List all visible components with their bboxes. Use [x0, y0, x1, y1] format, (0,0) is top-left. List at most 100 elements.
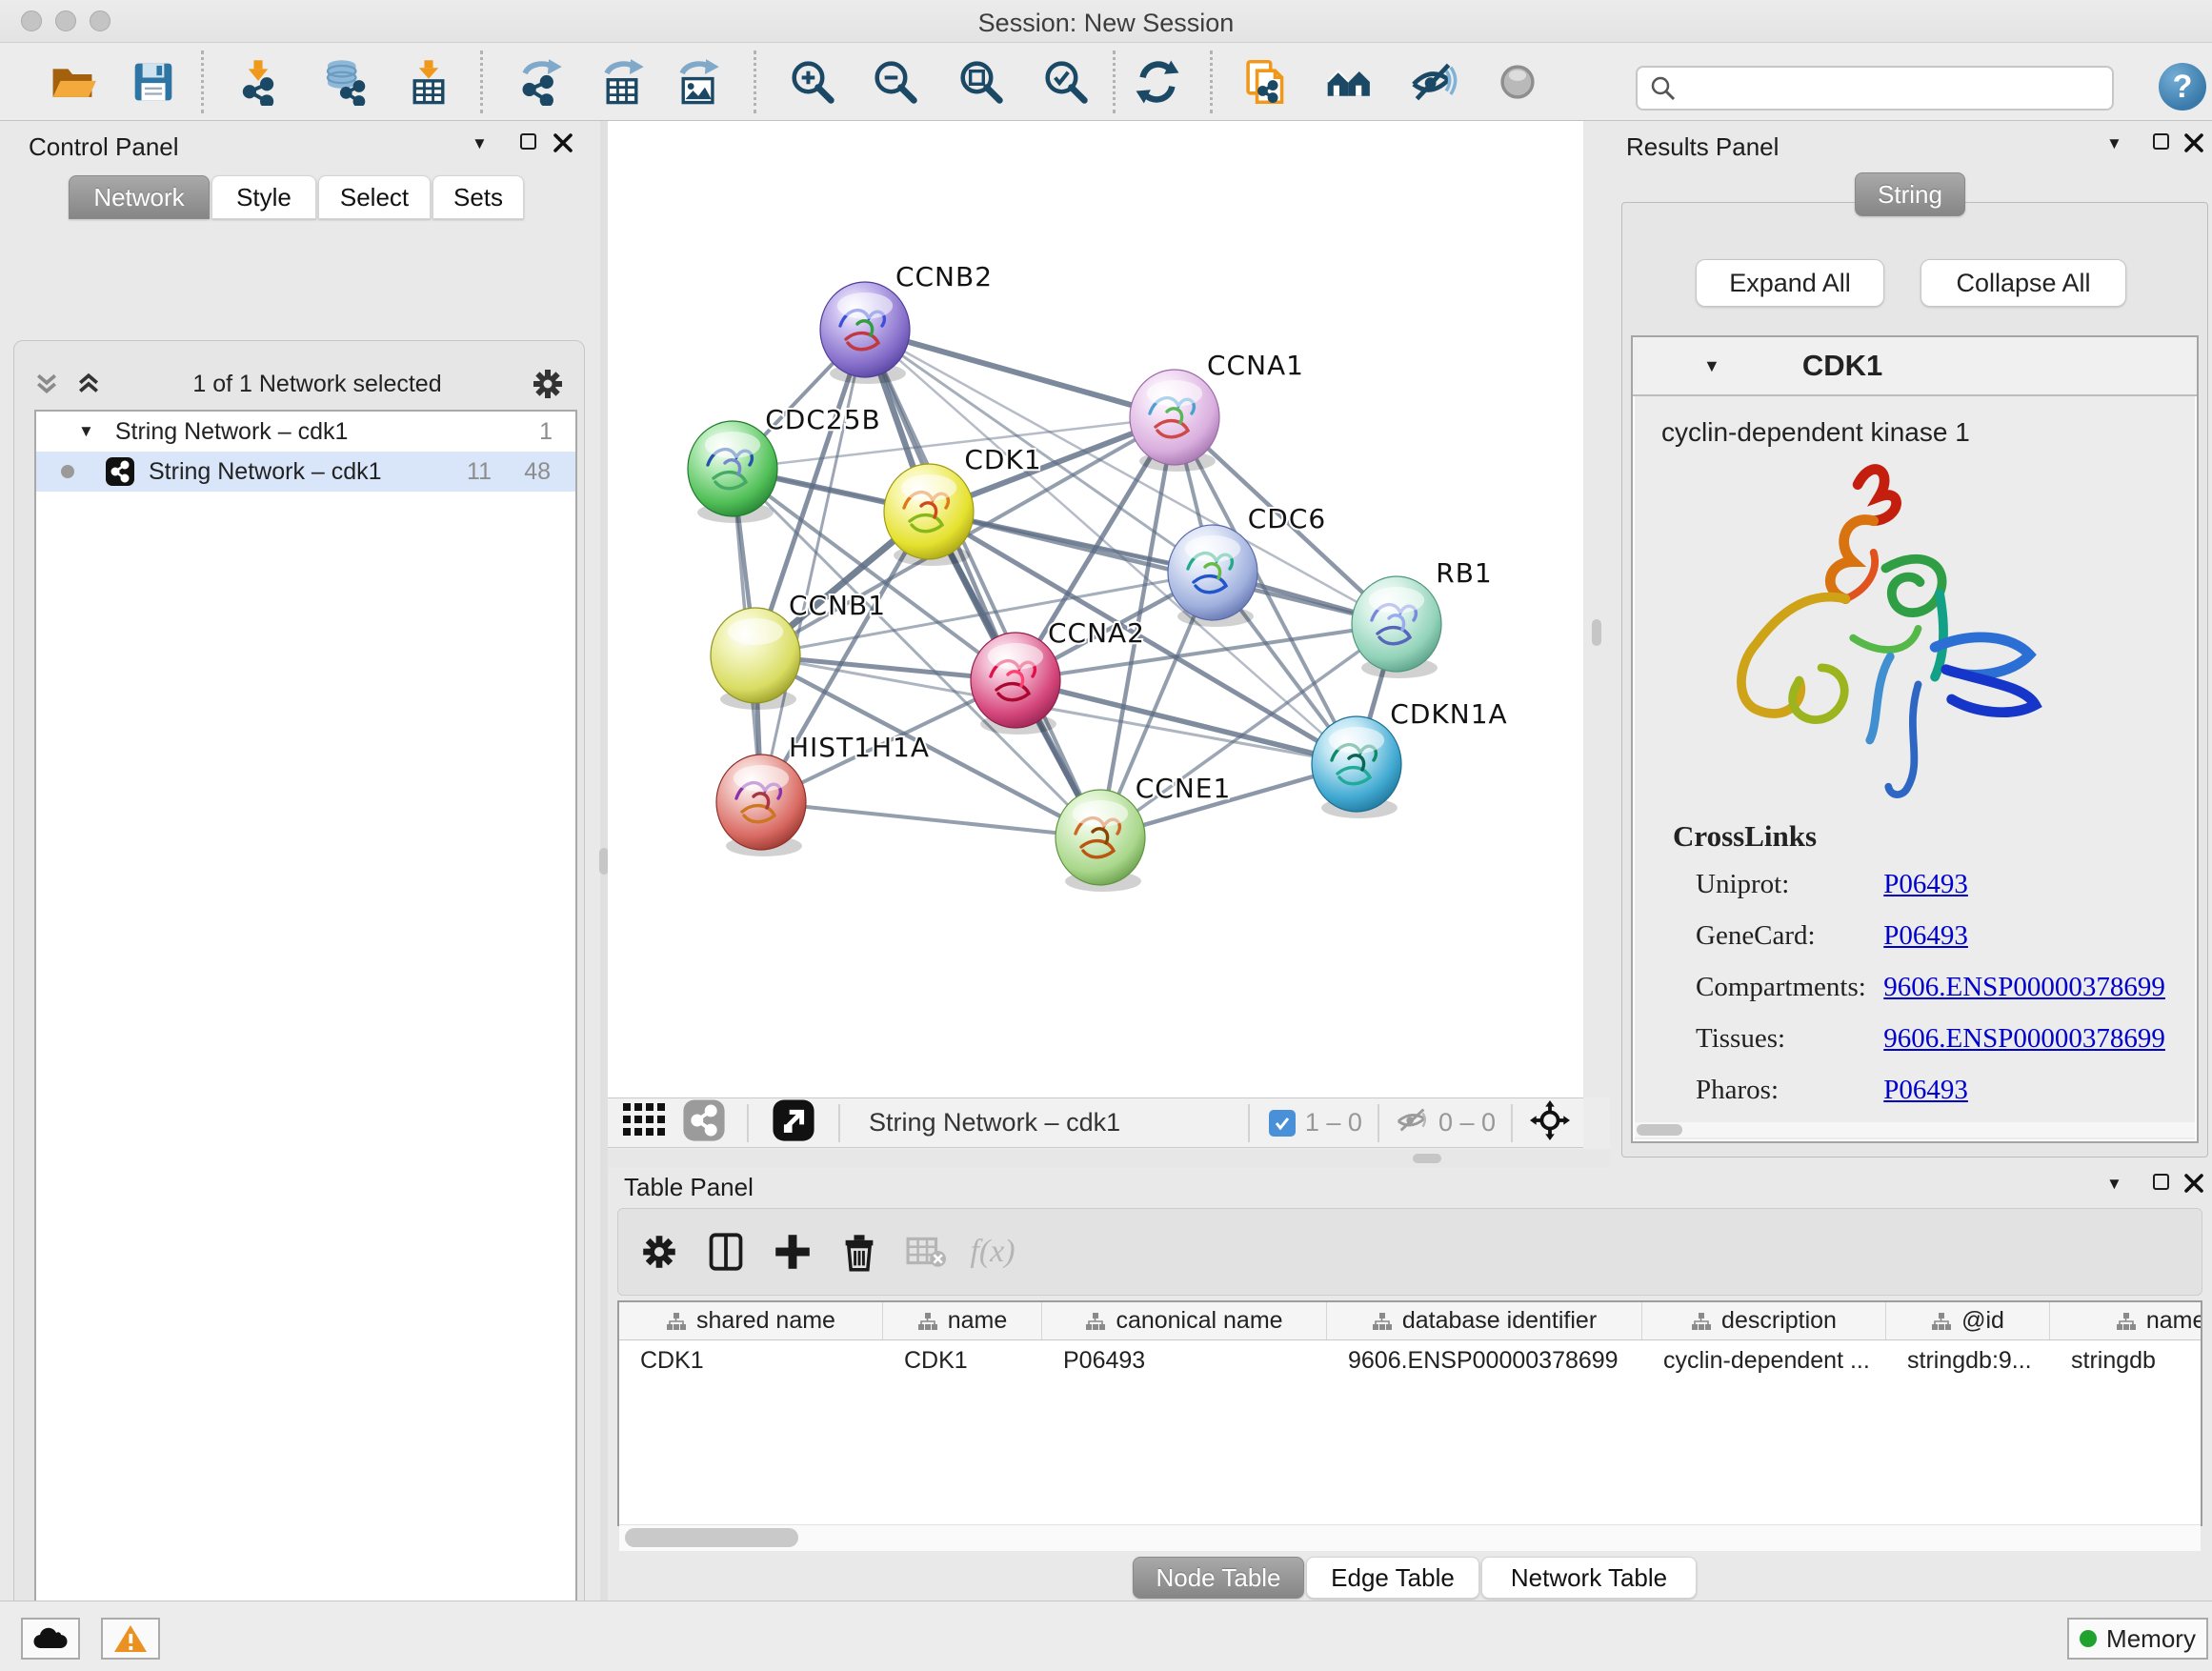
panel-menu-icon[interactable]: ▼	[2106, 1175, 2122, 1194]
save-session-icon[interactable]	[128, 56, 179, 108]
panel-close-icon[interactable]	[2183, 1173, 2204, 1194]
table-cell[interactable]: 9606.ENSP00000378699	[1327, 1340, 1642, 1380]
table-cell[interactable]: P06493	[1042, 1340, 1327, 1380]
panel-float-icon[interactable]	[2153, 1174, 2169, 1190]
column-header-canonicalname[interactable]: canonical name	[1042, 1302, 1327, 1339]
hidden-eye-slash-icon[interactable]	[1395, 1104, 1431, 1141]
expand-all-networks-icon[interactable]	[32, 370, 61, 398]
column-header-description[interactable]: description	[1642, 1302, 1886, 1339]
search-input[interactable]	[1678, 75, 2087, 102]
tab-string[interactable]: String	[1855, 172, 1965, 216]
toolbar-separator	[838, 1104, 840, 1142]
apply-layout-icon[interactable]	[1132, 56, 1183, 108]
results-hscrollbar-thumb[interactable]	[1637, 1124, 1682, 1136]
zoom-selected-icon[interactable]	[1040, 56, 1092, 108]
memory-button[interactable]: Memory	[2067, 1618, 2208, 1660]
crosslink-value[interactable]: P06493	[1883, 1075, 1968, 1105]
panel-menu-icon[interactable]: ▼	[472, 134, 488, 153]
network-row[interactable]: String Network – cdk1 11 48	[36, 452, 575, 492]
toggle-graphics-details-icon[interactable]	[1324, 56, 1376, 108]
pan-crosshair-icon[interactable]	[1530, 1100, 1570, 1145]
delete-column-trash-icon[interactable]	[826, 1232, 893, 1272]
table-hscrollbar-thumb[interactable]	[625, 1528, 798, 1547]
zoom-in-icon[interactable]	[787, 56, 838, 108]
table-cell[interactable]: stringdb:9...	[1886, 1340, 2050, 1380]
gene-section-header[interactable]: ▼ CDK1	[1633, 337, 2197, 396]
panel-float-icon[interactable]	[520, 133, 536, 150]
warnings-button[interactable]	[101, 1618, 160, 1660]
tab-network-table[interactable]: Network Table	[1481, 1557, 1697, 1599]
column-header-databaseidentifier[interactable]: database identifier	[1327, 1302, 1642, 1339]
help-button[interactable]: ?	[2159, 63, 2206, 111]
crosslink-value[interactable]: 9606.ENSP00000378699	[1883, 972, 2165, 1002]
expand-all-button[interactable]: Expand All	[1696, 259, 1884, 307]
column-header-namespace[interactable]: namespace	[2050, 1302, 2202, 1339]
search-field[interactable]	[1636, 66, 2114, 111]
tab-style[interactable]: Style	[211, 175, 316, 219]
table-cell[interactable]: stringdb	[2050, 1340, 2202, 1380]
import-network-file-icon[interactable]	[232, 56, 284, 108]
export-network-icon[interactable]	[514, 56, 566, 108]
zoom-out-icon[interactable]	[870, 56, 921, 108]
splitter-handle[interactable]	[1592, 619, 1601, 646]
column-header-name[interactable]: name	[883, 1302, 1042, 1339]
column-header-id[interactable]: @id	[1886, 1302, 2050, 1339]
open-session-icon[interactable]	[47, 56, 98, 108]
fit-content-icon[interactable]	[955, 56, 1007, 108]
table-cell[interactable]: cyclin-dependent ...	[1642, 1340, 1886, 1380]
crosslink-value[interactable]: P06493	[1883, 920, 1968, 951]
node-table[interactable]: shared namenamecanonical namedatabase id…	[617, 1300, 2202, 1526]
tab-network[interactable]: Network	[69, 175, 210, 219]
tab-node-table[interactable]: Node Table	[1133, 1557, 1304, 1599]
network-node-CCNB1	[711, 608, 800, 710]
table-hscrollbar[interactable]	[619, 1524, 2201, 1551]
table-settings-gear-icon[interactable]	[626, 1234, 693, 1270]
network-collection-count: 1	[539, 418, 553, 446]
vertical-splitter[interactable]	[600, 121, 608, 1605]
panel-close-icon[interactable]	[2183, 132, 2204, 153]
control-panel: Control Panel ▼ Network Style Select Set…	[0, 121, 600, 1605]
panel-close-icon[interactable]	[553, 132, 573, 153]
splitter-handle[interactable]	[1413, 1154, 1441, 1163]
vertical-splitter[interactable]	[1583, 121, 1610, 1097]
table-row[interactable]: CDK1CDK1P064939606.ENSP00000378699cyclin…	[619, 1340, 2201, 1380]
crosslink-value[interactable]: 9606.ENSP00000378699	[1883, 1023, 2165, 1054]
crosslink-label: Tissues:	[1696, 1023, 1877, 1055]
birdseye-view-icon[interactable]	[772, 1098, 815, 1147]
tab-sets[interactable]: Sets	[432, 175, 524, 219]
network-collection-row[interactable]: ▼ String Network – cdk1 1	[36, 412, 575, 452]
import-network-database-icon[interactable]	[318, 56, 370, 108]
import-table-file-icon[interactable]	[403, 56, 454, 108]
collapse-all-button[interactable]: Collapse All	[1920, 259, 2126, 307]
export-image-icon[interactable]	[672, 56, 723, 108]
column-header-sharedname[interactable]: shared name	[619, 1302, 883, 1339]
results-hscrollbar[interactable]	[1635, 1122, 2195, 1137]
svg-text:CDKN1A: CDKN1A	[1390, 698, 1507, 730]
panel-float-icon[interactable]	[2153, 133, 2169, 150]
show-all-graphics-icon[interactable]	[1492, 56, 1543, 108]
tab-select[interactable]: Select	[318, 175, 431, 219]
grid-view-icon[interactable]	[623, 1103, 665, 1142]
panel-menu-icon[interactable]: ▼	[2106, 134, 2122, 153]
export-table-icon[interactable]	[596, 56, 648, 108]
table-cell[interactable]: CDK1	[883, 1340, 1042, 1380]
network-share-view-icon[interactable]	[682, 1098, 726, 1147]
section-expander-icon[interactable]: ▼	[1703, 356, 1720, 376]
svg-text:CDC6: CDC6	[1248, 503, 1326, 534]
tree-expander-icon[interactable]: ▼	[78, 422, 94, 441]
selected-nodes-checkbox[interactable]	[1269, 1110, 1296, 1137]
hide-selected-icon[interactable]	[1407, 56, 1458, 108]
network-options-gear-icon[interactable]	[532, 368, 564, 400]
cloud-button[interactable]	[21, 1618, 80, 1660]
results-panel-title: Results Panel	[1626, 132, 1779, 162]
crosslink-value[interactable]: P06493	[1883, 869, 1968, 899]
crosslink-row: Tissues: 9606.ENSP00000378699	[1696, 1023, 2191, 1055]
add-column-icon[interactable]	[759, 1233, 826, 1271]
tab-edge-table[interactable]: Edge Table	[1306, 1557, 1479, 1599]
open-in-cytoscape-web-icon[interactable]	[1240, 56, 1292, 108]
table-cell[interactable]: CDK1	[619, 1340, 883, 1380]
toolbar-separator	[1377, 1104, 1379, 1142]
network-canvas[interactable]: CCNB2 CCNA1 CDC25B CDK1 CDC6	[608, 121, 1583, 1097]
collapse-all-networks-icon[interactable]	[74, 370, 103, 398]
select-columns-icon[interactable]	[693, 1232, 759, 1272]
